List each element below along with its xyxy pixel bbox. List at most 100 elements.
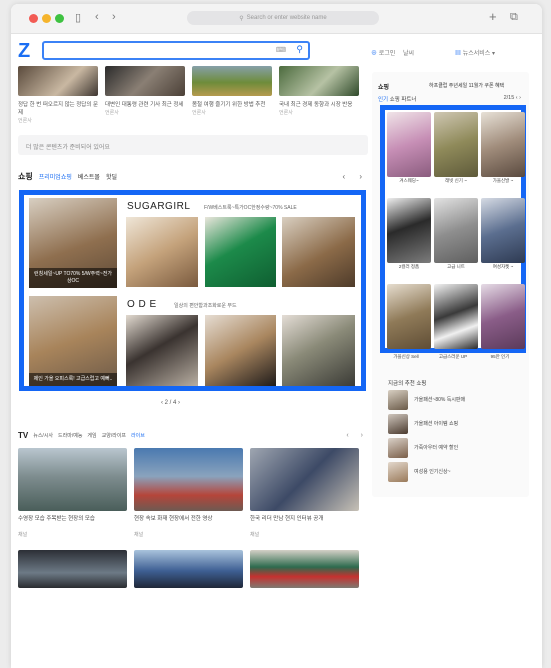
- search-input[interactable]: ⌨ ⚲: [42, 41, 310, 60]
- ranking-caption[interactable]: 고급스러운 UP: [431, 354, 475, 360]
- new-tab-icon[interactable]: +: [489, 9, 497, 24]
- ranking-item[interactable]: 2컬러 정품: [387, 198, 431, 282]
- product-image[interactable]: [126, 217, 198, 287]
- keyboard-icon[interactable]: ⌨: [276, 46, 286, 54]
- ranking-image[interactable]: [434, 198, 478, 263]
- ranking-image[interactable]: [481, 198, 525, 263]
- tab-overview-icon[interactable]: ⧉: [510, 11, 518, 24]
- maximize-window-button[interactable]: [55, 14, 64, 23]
- address-bar[interactable]: ⚲ Search or enter website name: [187, 11, 379, 25]
- product-image[interactable]: [282, 315, 355, 386]
- shopping-arrows[interactable]: ‹ ›: [342, 172, 368, 181]
- news-thumbnail[interactable]: [18, 66, 98, 96]
- notice-banner[interactable]: 더 많은 콘텐츠가 준비되어 있어요: [18, 135, 368, 155]
- tab-hot-deal[interactable]: 핫딜: [106, 172, 117, 181]
- tv-item[interactable]: 수영장 모습 주목받는 현장의 모습 채널: [18, 448, 127, 538]
- ranking-pager[interactable]: 2/15 ‹ ›: [504, 95, 521, 101]
- ranking-image[interactable]: [387, 284, 431, 349]
- tab-culture[interactable]: 교양/라이프: [102, 432, 126, 439]
- trend-text[interactable]: 가을패션 아이템 쇼핑: [414, 421, 458, 428]
- ranking-image[interactable]: [481, 112, 525, 177]
- trend-image[interactable]: [388, 414, 408, 434]
- ranking-image[interactable]: [387, 112, 431, 177]
- brand-name[interactable]: SUGARGIRL: [127, 201, 190, 212]
- shop-featured-tile[interactable]: 런칭세일~UP TO70% 5/W주력~전가상OC: [29, 198, 117, 288]
- ranking-item[interactable]: 고급 니트: [434, 198, 478, 282]
- video-thumbnail[interactable]: [134, 448, 243, 511]
- ranking-item[interactable]: 겨스웨딩~: [387, 112, 431, 196]
- news-title[interactable]: 대변인 대통령 관련 기사 최근 정세: [105, 101, 185, 109]
- video-title[interactable]: 수영장 모습 주목받는 현장의 모습: [18, 515, 127, 531]
- video-thumbnail[interactable]: [250, 550, 359, 588]
- ranking-promo[interactable]: 하프클럽 주년세일 11월가 쿠폰 혜택: [429, 82, 504, 89]
- news-item[interactable]: 대변인 대통령 관련 기사 최근 정세 언론사: [105, 66, 185, 124]
- news-item[interactable]: 국내 최근 경제 동향과 시장 반응 언론사: [279, 66, 359, 124]
- product-image[interactable]: [205, 217, 276, 287]
- shop-featured-tile[interactable]: 제인 가을 오피스룩! 고급스럽고 예뻐..: [29, 296, 117, 386]
- ranking-tab-partner[interactable]: 파트너: [401, 97, 416, 103]
- product-image[interactable]: [282, 217, 355, 287]
- product-image[interactable]: [126, 315, 198, 386]
- minimize-window-button[interactable]: [42, 14, 51, 23]
- tab-news[interactable]: 뉴스/시사: [33, 432, 53, 439]
- search-icon: ⚲: [239, 15, 244, 22]
- news-title[interactable]: 봄철 여행 즐기기 위한 방법 추천: [192, 101, 272, 109]
- tv-item[interactable]: 한국 리더 만남 현지 인터뷰 공개 채널: [250, 448, 359, 538]
- ranking-caption[interactable]: 가을신상 Sell: [384, 354, 428, 360]
- news-thumbnail[interactable]: [105, 66, 185, 96]
- tab-drama[interactable]: 드라마/예능: [58, 432, 82, 439]
- ranking-tab-shopping[interactable]: 쇼핑: [390, 97, 400, 103]
- tab-game[interactable]: 게임: [87, 432, 96, 439]
- trend-image[interactable]: [388, 438, 408, 458]
- video-thumbnail[interactable]: [134, 550, 243, 588]
- news-thumbnail[interactable]: [192, 66, 272, 96]
- video-thumbnail[interactable]: [18, 550, 127, 588]
- ranking-image[interactable]: [481, 284, 525, 349]
- ranking-image[interactable]: [387, 198, 431, 263]
- ranking-image[interactable]: [434, 112, 478, 177]
- news-service-link[interactable]: ▦ 뉴스서비스 ▾: [455, 48, 495, 57]
- back-arrow-icon[interactable]: ‹: [95, 11, 99, 23]
- ranking-item[interactable]: 여성자켓 ~: [481, 198, 525, 282]
- sidebar-icon[interactable]: ▯: [75, 11, 81, 24]
- video-thumbnail[interactable]: [250, 448, 359, 511]
- trend-text[interactable]: 가을패션~80% 득시판매: [414, 397, 465, 404]
- trend-text[interactable]: 가죽아우터 예약 할인: [414, 445, 458, 452]
- shopping-pager[interactable]: ‹ 2 / 4 ›: [161, 400, 180, 406]
- video-title[interactable]: 현장 속보 화재 현장에서 전한 영상: [134, 515, 243, 531]
- trend-item[interactable]: 가죽아우터 예약 할인: [388, 438, 526, 458]
- forward-arrow-icon[interactable]: ›: [112, 11, 116, 23]
- ranking-item[interactable]: 가을신발 ~: [481, 112, 525, 196]
- trend-item[interactable]: 가을패션~80% 득시판매: [388, 390, 526, 410]
- search-icon[interactable]: ⚲: [296, 44, 303, 55]
- trend-item[interactable]: 가을패션 아이템 쇼핑: [388, 414, 526, 434]
- tab-live[interactable]: 라이브: [131, 432, 145, 439]
- news-item[interactable]: 봄철 여행 즐기기 위한 방법 추천 언론사: [192, 66, 272, 124]
- trend-image[interactable]: [388, 390, 408, 410]
- site-logo[interactable]: Z: [18, 40, 30, 63]
- login-link[interactable]: ⊕ 로그인: [371, 48, 395, 57]
- weather-link[interactable]: 날씨: [403, 48, 414, 57]
- news-thumbnail[interactable]: [279, 66, 359, 96]
- close-window-button[interactable]: [29, 14, 38, 23]
- tv-item[interactable]: 현장 속보 화재 현장에서 전한 영상 채널: [134, 448, 243, 538]
- ranking-image[interactable]: [434, 284, 478, 349]
- ranking-item[interactable]: 래빗 신기 ~: [434, 112, 478, 196]
- news-title[interactable]: 정답 한 번 떠오르지 않는 정답의 문제: [18, 101, 98, 117]
- video-thumbnail[interactable]: [18, 448, 127, 511]
- ranking-caption[interactable]: 95만 인기: [478, 354, 522, 360]
- shopping-highlight-box: 런칭세일~UP TO70% 5/W주력~전가상OC 제인 가을 오피스룩! 고급…: [19, 190, 366, 391]
- brand-name[interactable]: O D E: [127, 299, 157, 310]
- ranking-tab-popular[interactable]: 인기: [378, 97, 388, 103]
- tab-premium-shopping[interactable]: 프리미엄쇼핑: [39, 172, 72, 181]
- news-item[interactable]: 정답 한 번 떠오르지 않는 정답의 문제 언론사: [18, 66, 98, 124]
- trend-item[interactable]: 여성용 인기신상~: [388, 462, 526, 482]
- tv-arrows[interactable]: ‹ ›: [346, 432, 368, 439]
- ranking-tabs: 인기 쇼핑 파트너: [378, 95, 417, 103]
- trend-text[interactable]: 여성용 인기신상~: [414, 469, 451, 476]
- trend-image[interactable]: [388, 462, 408, 482]
- news-title[interactable]: 국내 최근 경제 동향과 시장 반응: [279, 101, 359, 109]
- product-image[interactable]: [205, 315, 276, 386]
- video-title[interactable]: 한국 리더 만남 현지 인터뷰 공개: [250, 515, 359, 531]
- tab-best-mall[interactable]: 베스트몰: [78, 172, 100, 181]
